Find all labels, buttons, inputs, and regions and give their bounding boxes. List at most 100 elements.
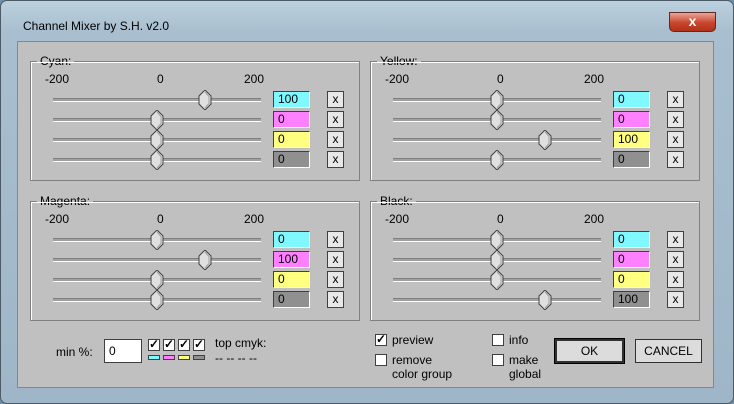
slider-row-magenta: 100 x [31,250,359,270]
value-field-yellow[interactable]: 0 [613,271,650,288]
slider-thumb[interactable] [150,230,164,250]
make-global-checkbox[interactable] [492,354,504,366]
channel-check-magenta[interactable]: ✓ [163,337,175,351]
min-percent-label: min %: [56,345,93,359]
preview-label[interactable]: preview [392,333,433,347]
channel-check-yellow[interactable]: ✓ [178,337,190,351]
reset-button[interactable]: x [327,271,344,288]
slider-track[interactable] [393,138,601,142]
reset-button[interactable]: x [327,251,344,268]
close-button[interactable]: x [669,12,716,32]
reset-button[interactable]: x [327,131,344,148]
remove-color-group-checkbox[interactable] [375,354,387,366]
slider-thumb[interactable] [150,150,164,170]
slider-thumb[interactable] [490,270,504,290]
slider-thumb[interactable] [490,250,504,270]
slider-track[interactable] [393,298,601,302]
value-field-cyan[interactable]: 0 [273,231,310,248]
group-label: Yellow: [377,54,421,68]
scale-max-label: 200 [584,72,605,86]
reset-button[interactable]: x [667,251,684,268]
slider-row-black: 0 x [31,290,359,310]
make-global-label-2[interactable]: global [509,367,541,381]
value-field-yellow[interactable]: 0 [273,131,310,148]
scale-min-label: -200 [385,212,410,226]
value-field-black[interactable]: 100 [613,291,650,308]
min-percent-input[interactable]: 0 [104,339,142,363]
make-global-label-1[interactable]: make [509,353,538,367]
reset-button[interactable]: x [667,151,684,168]
channel-mixer-window: Channel Mixer by S.H. v2.0 x Cyan: -200 … [0,0,734,404]
remove-color-group-label-1[interactable]: remove [392,353,432,367]
scale-mid-label: 0 [157,212,164,226]
slider-thumb[interactable] [490,150,504,170]
top-cmyk-label: top cmyk: [215,336,267,350]
reset-button[interactable]: x [667,291,684,308]
cancel-button[interactable]: CANCEL [635,339,702,363]
swatch-yellow [178,355,190,360]
group-yellow: Yellow: -200 0 200 0 x 0 x 100 x 0 x [370,54,700,181]
value-field-magenta[interactable]: 100 [273,251,310,268]
value-field-cyan[interactable]: 100 [273,91,310,108]
value-field-black[interactable]: 0 [273,151,310,168]
slider-thumb[interactable] [538,130,552,150]
reset-button[interactable]: x [667,271,684,288]
slider-row-magenta: 0 x [371,110,699,130]
slider-thumb[interactable] [150,290,164,310]
reset-button[interactable]: x [667,131,684,148]
slider-row-black: 0 x [31,150,359,170]
channel-check-cyan[interactable]: ✓ [148,337,160,351]
scale-mid-label: 0 [157,72,164,86]
channel-check-black[interactable]: ✓ [193,337,205,351]
reset-button[interactable]: x [327,231,344,248]
check-icon: ✓ [194,337,205,351]
info-checkbox[interactable] [492,334,504,346]
value-field-cyan[interactable]: 0 [613,231,650,248]
value-field-black[interactable]: 0 [273,291,310,308]
reset-button[interactable]: x [667,91,684,108]
slider-thumb[interactable] [490,230,504,250]
title-bar[interactable]: Channel Mixer by S.H. v2.0 x [1,1,733,37]
check-icon: ✓ [376,332,387,346]
scale-mid-label: 0 [497,212,504,226]
slider-thumb[interactable] [150,130,164,150]
info-label[interactable]: info [509,333,528,347]
reset-button[interactable]: x [667,111,684,128]
slider-thumb[interactable] [198,250,212,270]
scale-min-label: -200 [45,212,70,226]
value-field-magenta[interactable]: 0 [613,111,650,128]
remove-color-group-label-2[interactable]: color group [392,367,452,381]
group-black: Black: -200 0 200 0 x 0 x 0 x 100 x [370,194,700,321]
slider-thumb[interactable] [490,90,504,110]
reset-button[interactable]: x [667,231,684,248]
slider-thumb[interactable] [150,110,164,130]
slider-thumb[interactable] [150,270,164,290]
swatch-black [193,355,205,360]
value-field-yellow[interactable]: 100 [613,131,650,148]
value-field-magenta[interactable]: 0 [613,251,650,268]
slider-thumb[interactable] [198,90,212,110]
slider-track[interactable] [53,98,261,102]
value-field-cyan[interactable]: 0 [613,91,650,108]
reset-button[interactable]: x [327,291,344,308]
value-field-yellow[interactable]: 0 [273,271,310,288]
slider-row-cyan: 100 x [31,90,359,110]
scale-mid-label: 0 [497,72,504,86]
dialog-client: Cyan: -200 0 200 100 x 0 x 0 x 0 x Yello… [17,41,714,388]
slider-thumb[interactable] [538,290,552,310]
slider-track[interactable] [53,258,261,262]
slider-row-cyan: 0 x [371,90,699,110]
slider-row-cyan: 0 x [371,230,699,250]
preview-checkbox[interactable]: ✓ [375,332,387,346]
reset-button[interactable]: x [327,91,344,108]
value-field-magenta[interactable]: 0 [273,111,310,128]
value-field-black[interactable]: 0 [613,151,650,168]
slider-thumb[interactable] [490,110,504,130]
ok-button[interactable]: OK [554,338,625,364]
slider-row-magenta: 0 x [31,110,359,130]
reset-button[interactable]: x [327,151,344,168]
slider-row-black: 100 x [371,290,699,310]
swatch-cyan [148,355,160,360]
reset-button[interactable]: x [327,111,344,128]
slider-row-black: 0 x [371,150,699,170]
